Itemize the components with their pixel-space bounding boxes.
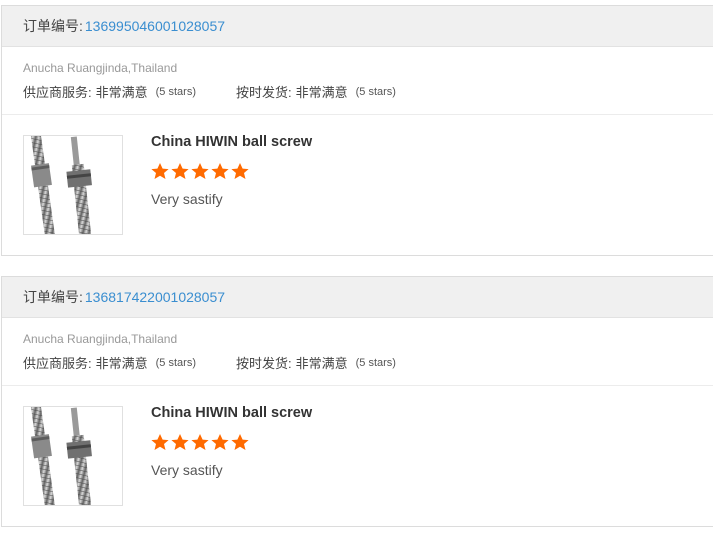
review-text: Very sastify <box>151 191 223 207</box>
divider <box>2 385 713 386</box>
star-icon <box>151 434 169 450</box>
delivery-rating-value: 非常满意 <box>295 356 348 371</box>
service-rating-label: 供应商服务: <box>23 85 92 100</box>
product-rating-stars <box>150 433 250 451</box>
delivery-rating-stars: (5 stars) <box>355 85 396 98</box>
star-icon <box>231 163 249 179</box>
star-icon <box>191 163 209 179</box>
star-icon <box>191 434 209 450</box>
service-rating-stars: (5 stars) <box>155 356 196 369</box>
product-thumbnail[interactable] <box>23 406 123 506</box>
star-icon <box>231 434 249 450</box>
review-text: Very sastify <box>151 462 223 478</box>
star-icon <box>171 434 189 450</box>
buyer-name: Anucha Ruangjinda,Thailand <box>23 61 178 75</box>
order-number-link[interactable]: 136817422001028057 <box>85 289 225 305</box>
star-icon <box>171 163 189 179</box>
supplier-ratings: 供应商服务: 非常满意 (5 stars) 按时发货: 非常满意 (5 star… <box>23 353 396 372</box>
divider <box>2 114 713 115</box>
delivery-rating: 按时发货: 非常满意 (5 stars) <box>236 82 396 101</box>
delivery-rating: 按时发货: 非常满意 (5 stars) <box>236 353 396 372</box>
order-card: 订单编号: 136995046001028057 Anucha Ruangjin… <box>1 5 713 256</box>
buyer-name: Anucha Ruangjinda,Thailand <box>23 332 178 346</box>
star-icon <box>151 163 169 179</box>
product-thumbnail[interactable] <box>23 135 123 235</box>
product-title[interactable]: China HIWIN ball screw <box>151 134 312 150</box>
order-header: 订单编号: 136995046001028057 <box>2 6 713 47</box>
order-number-label: 订单编号: <box>23 18 83 34</box>
service-rating-stars: (5 stars) <box>155 85 196 98</box>
order-card: 订单编号: 136817422001028057 Anucha Ruangjin… <box>1 276 713 527</box>
delivery-rating-value: 非常满意 <box>295 85 348 100</box>
order-header: 订单编号: 136817422001028057 <box>2 277 713 318</box>
delivery-rating-label: 按时发货: <box>235 356 292 371</box>
delivery-rating-label: 按时发货: <box>235 85 292 100</box>
service-rating: 供应商服务: 非常满意 (5 stars) <box>23 82 196 101</box>
delivery-rating-stars: (5 stars) <box>355 356 396 369</box>
order-number-label: 订单编号: <box>23 289 83 305</box>
service-rating-value: 非常满意 <box>95 85 148 100</box>
order-number-link[interactable]: 136995046001028057 <box>85 18 225 34</box>
star-icon <box>211 163 229 179</box>
service-rating: 供应商服务: 非常满意 (5 stars) <box>23 353 196 372</box>
star-icon <box>211 434 229 450</box>
product-title[interactable]: China HIWIN ball screw <box>151 405 312 421</box>
product-rating-stars <box>150 162 250 180</box>
service-rating-label: 供应商服务: <box>23 356 92 371</box>
service-rating-value: 非常满意 <box>95 356 148 371</box>
supplier-ratings: 供应商服务: 非常满意 (5 stars) 按时发货: 非常满意 (5 star… <box>23 82 396 101</box>
